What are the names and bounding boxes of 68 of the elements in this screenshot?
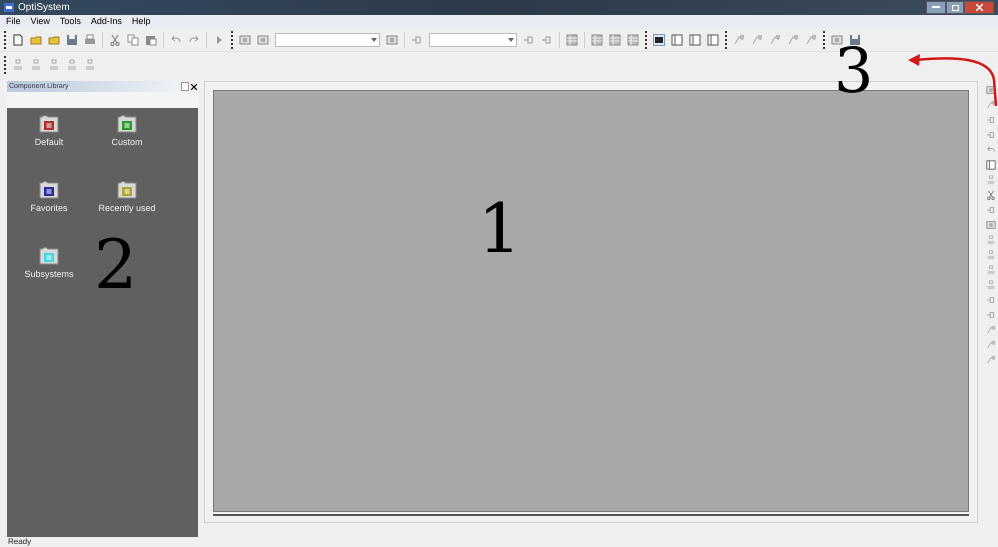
- plug-icon[interactable]: [411, 34, 423, 46]
- close-panel-button[interactable]: [190, 82, 198, 91]
- folder-label: Subsystems: [24, 268, 74, 281]
- dropdown-field[interactable]: [429, 32, 517, 46]
- list-icon[interactable]: [566, 34, 578, 46]
- save-icon[interactable]: [849, 34, 861, 46]
- folder-icon[interactable]: [48, 34, 60, 46]
- close-button[interactable]: [964, 1, 994, 14]
- annotation-number: 2: [94, 232, 138, 300]
- layout-icon[interactable]: [707, 34, 719, 46]
- menu-item[interactable]: Add-Ins: [90, 17, 122, 26]
- grid-icon[interactable]: [591, 34, 603, 46]
- plug-icon[interactable]: [523, 34, 535, 46]
- new-file-icon[interactable]: [12, 34, 24, 46]
- node-icon[interactable]: [66, 58, 78, 70]
- maximize-button[interactable]: [946, 1, 964, 14]
- layout-icon[interactable]: [653, 34, 665, 46]
- node-icon[interactable]: [48, 58, 60, 70]
- library-folder[interactable]: Custom: [85, 114, 169, 150]
- library-folder[interactable]: Recently used: [85, 180, 169, 216]
- save-icon[interactable]: [66, 34, 78, 46]
- plug-icon[interactable]: [541, 34, 553, 46]
- cut-icon[interactable]: [109, 34, 121, 46]
- window-title: OptiSystem: [18, 2, 70, 12]
- layout-icon[interactable]: [689, 34, 701, 46]
- menu-item[interactable]: Help: [132, 17, 150, 26]
- folder-label: Custom: [111, 136, 142, 149]
- folder-icon: [38, 246, 60, 265]
- library-folder[interactable]: Subsystems: [13, 246, 85, 282]
- library-folder[interactable]: Default: [13, 114, 85, 150]
- annotation-number: 3: [834, 40, 874, 102]
- horizontal-scroll-bar[interactable]: [213, 514, 969, 516]
- grid-icon[interactable]: [609, 34, 621, 46]
- node-icon[interactable]: [30, 58, 42, 70]
- frame-icon[interactable]: [386, 34, 398, 46]
- frame-icon[interactable]: [257, 34, 269, 46]
- minimize-button[interactable]: [926, 1, 946, 14]
- folder-icon: [116, 114, 138, 133]
- minimize-icon: [932, 6, 940, 9]
- node-icon[interactable]: [84, 58, 96, 70]
- dropdown-field[interactable]: [275, 32, 380, 46]
- frame-icon[interactable]: [239, 34, 251, 46]
- folder-label: Favorites: [30, 202, 68, 215]
- printer-icon[interactable]: [84, 34, 96, 46]
- layout-icon[interactable]: [671, 34, 683, 46]
- status-text: Ready: [7, 537, 32, 547]
- close-icon: [191, 84, 197, 90]
- menu-item[interactable]: File: [6, 17, 21, 26]
- close-icon: [976, 4, 982, 11]
- grid-icon[interactable]: [627, 34, 639, 46]
- app-icon: [4, 3, 14, 12]
- copy-icon[interactable]: [127, 34, 139, 46]
- menu-item[interactable]: View: [30, 17, 50, 26]
- maximize-icon: [952, 4, 958, 10]
- folder-icon: [38, 114, 60, 133]
- menu-item[interactable]: Tools: [60, 17, 81, 26]
- library-folder[interactable]: Favorites: [13, 180, 85, 216]
- caret-icon: [508, 38, 514, 42]
- annotation-number: 1: [478, 196, 522, 264]
- folder-label: Default: [34, 136, 64, 149]
- folder-icon: [116, 180, 138, 199]
- frame-icon[interactable]: [831, 34, 843, 46]
- folder-icon: [38, 180, 60, 199]
- paste-icon[interactable]: [145, 34, 157, 46]
- node-icon[interactable]: [12, 58, 24, 70]
- folder-label: Recently used: [98, 202, 156, 215]
- open-folder-icon[interactable]: [30, 34, 42, 46]
- caret-icon: [371, 38, 377, 42]
